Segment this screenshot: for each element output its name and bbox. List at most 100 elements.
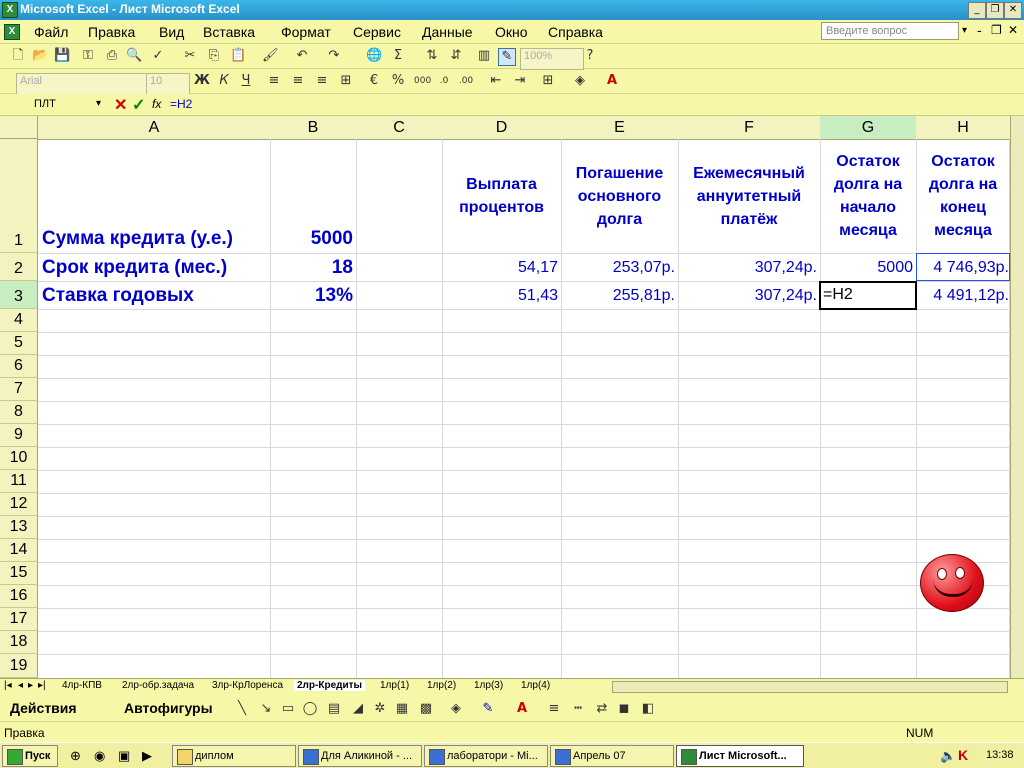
sheet-tab[interactable]: 4лр-КПВ bbox=[62, 680, 102, 691]
cell-e2[interactable]: 253,07р. bbox=[561, 259, 675, 277]
menu-file[interactable]: Файл bbox=[34, 24, 68, 40]
column-header-h[interactable]: H bbox=[916, 116, 1010, 140]
smiley-assistant-icon[interactable] bbox=[920, 554, 984, 612]
save-icon[interactable]: 💾 bbox=[54, 48, 70, 64]
cell-g1[interactable]: Остаток долга на начало месяца bbox=[820, 139, 916, 253]
cell-e1[interactable]: Погашение основного долга bbox=[561, 139, 678, 253]
cell-d2[interactable]: 54,17 bbox=[442, 259, 558, 277]
cell-b2[interactable]: 18 bbox=[270, 257, 353, 279]
task-item-active[interactable]: Лист Microsoft... bbox=[676, 745, 804, 767]
browser-icon[interactable]: ◉ bbox=[94, 748, 105, 764]
column-header-e[interactable]: E bbox=[561, 116, 679, 140]
row-header[interactable]: 11 bbox=[0, 470, 38, 493]
column-header-b[interactable]: B bbox=[270, 116, 357, 140]
format-painter-icon[interactable]: 🖌 bbox=[262, 48, 279, 64]
spelling-icon[interactable]: ✓ bbox=[150, 48, 166, 64]
cell-h3[interactable]: 4 491,12р. bbox=[916, 287, 1009, 305]
task-item[interactable]: лаборатори - Mi... bbox=[424, 745, 548, 767]
task-item[interactable]: Для Аликиной - ... bbox=[298, 745, 422, 767]
open-icon[interactable]: 📂 bbox=[32, 48, 48, 64]
underline-icon[interactable]: Ч bbox=[238, 73, 254, 89]
row-header[interactable]: 1 bbox=[0, 139, 38, 253]
column-header-f[interactable]: F bbox=[678, 116, 821, 140]
doc-minimize-button[interactable]: - bbox=[977, 22, 982, 38]
cell-f3[interactable]: 307,24р. bbox=[678, 287, 817, 305]
column-header-a[interactable]: A bbox=[38, 116, 271, 140]
align-center-icon[interactable]: ≡ bbox=[290, 73, 306, 89]
textbox-icon[interactable]: ▤ bbox=[326, 701, 342, 717]
cell-b3[interactable]: 13% bbox=[270, 285, 353, 307]
worksheet-grid[interactable]: A B C D E F G H 1 2 3 4 5 6 7 8 9 10 11 … bbox=[0, 116, 1010, 678]
clipart-icon[interactable]: ▦ bbox=[394, 701, 410, 717]
font-color-icon[interactable]: A bbox=[604, 73, 620, 89]
cell-b1[interactable]: 5000 bbox=[270, 228, 353, 250]
workbook-icon[interactable]: X bbox=[4, 24, 20, 40]
print-preview-icon[interactable]: 🔍 bbox=[126, 48, 142, 64]
tab-nav-last-icon[interactable]: ▸| bbox=[38, 680, 46, 691]
row-header[interactable]: 16 bbox=[0, 585, 38, 608]
column-header-g[interactable]: G bbox=[820, 116, 917, 140]
italic-icon[interactable]: К bbox=[216, 73, 232, 89]
rectangle-icon[interactable]: ▭ bbox=[280, 701, 296, 717]
cell-g3-editing[interactable]: =H2 bbox=[819, 281, 917, 310]
zoom-combo[interactable]: 100% bbox=[520, 48, 584, 70]
enter-icon[interactable]: ✓ bbox=[132, 95, 145, 115]
cancel-icon[interactable]: ✕ bbox=[114, 95, 127, 115]
cell-f1[interactable]: Ежемесячный аннуитетный платёж bbox=[678, 139, 820, 253]
doc-restore-button[interactable]: ❐ bbox=[991, 23, 1002, 37]
select-all-corner[interactable] bbox=[0, 116, 38, 139]
undo-icon[interactable]: ↶ bbox=[294, 48, 310, 64]
increase-decimal-icon[interactable]: .0 bbox=[436, 73, 452, 89]
sort-ascending-icon[interactable]: ⇅ bbox=[424, 48, 440, 64]
tab-nav-prev-icon[interactable]: ◂ bbox=[18, 680, 23, 691]
cell-f2[interactable]: 307,24р. bbox=[678, 259, 817, 277]
sheet-tab[interactable]: 1лр(4) bbox=[521, 680, 550, 691]
minimize-button[interactable]: _ bbox=[968, 2, 986, 19]
menu-data[interactable]: Данные bbox=[422, 24, 473, 40]
start-button[interactable]: Пуск bbox=[2, 745, 58, 767]
media-icon[interactable]: ▶ bbox=[142, 748, 152, 764]
copy-icon[interactable]: ⎘ bbox=[206, 48, 222, 64]
chart-wizard-icon[interactable]: ▥ bbox=[476, 48, 492, 64]
actions-menu[interactable]: Действия bbox=[10, 700, 77, 716]
picture-icon[interactable]: ▩ bbox=[418, 701, 434, 717]
sheet-tab[interactable]: 1лр(2) bbox=[427, 680, 456, 691]
line-style-icon[interactable]: ≡ bbox=[546, 701, 562, 717]
volume-icon[interactable]: 🔈 bbox=[940, 748, 956, 764]
print-icon[interactable]: ⎙ bbox=[104, 48, 120, 64]
sheet-tab[interactable]: 1лр(1) bbox=[380, 680, 409, 691]
task-item[interactable]: диплом bbox=[172, 745, 296, 767]
size-combo[interactable]: 10 bbox=[146, 73, 190, 95]
decrease-decimal-icon[interactable]: .00 bbox=[458, 73, 474, 89]
row-header[interactable]: 13 bbox=[0, 516, 38, 539]
ask-question-input[interactable]: Введите вопрос bbox=[821, 22, 959, 40]
permission-icon[interactable]: ⚿ bbox=[80, 48, 96, 64]
thousands-icon[interactable]: 000 bbox=[414, 73, 431, 89]
autosum-icon[interactable]: Σ bbox=[390, 48, 406, 64]
align-left-icon[interactable]: ≡ bbox=[266, 73, 282, 89]
row-header[interactable]: 12 bbox=[0, 493, 38, 516]
close-button[interactable]: ✕ bbox=[1004, 2, 1022, 19]
menu-edit[interactable]: Правка bbox=[88, 24, 135, 40]
shadow-icon[interactable]: ◼ bbox=[616, 701, 632, 717]
excel-icon[interactable]: X bbox=[2, 2, 18, 18]
row-header[interactable]: 8 bbox=[0, 401, 38, 424]
doc-close-button[interactable]: ✕ bbox=[1008, 23, 1018, 37]
font-color-draw-icon[interactable]: A bbox=[514, 701, 530, 717]
restore-button[interactable]: ❐ bbox=[986, 2, 1004, 19]
increase-indent-icon[interactable]: ⇥ bbox=[512, 73, 528, 89]
tab-nav-first-icon[interactable]: |◂ bbox=[4, 680, 12, 691]
sheet-tab[interactable]: 3лр-КрЛоренса bbox=[212, 680, 283, 691]
antivirus-icon[interactable]: K bbox=[958, 747, 968, 763]
sort-descending-icon[interactable]: ⇵ bbox=[448, 48, 464, 64]
sheet-tab[interactable]: 1лр(3) bbox=[474, 680, 503, 691]
row-header[interactable]: 9 bbox=[0, 424, 38, 447]
row-header[interactable]: 4 bbox=[0, 309, 38, 332]
font-combo[interactable]: Arial bbox=[16, 73, 150, 95]
name-box[interactable]: ПЛТ bbox=[4, 96, 108, 114]
percent-icon[interactable]: % bbox=[390, 73, 406, 89]
dash-style-icon[interactable]: ┅ bbox=[570, 701, 586, 717]
vertical-scrollbar[interactable] bbox=[1010, 116, 1024, 678]
menu-view[interactable]: Вид bbox=[159, 24, 184, 40]
cell-d3[interactable]: 51,43 bbox=[442, 287, 558, 305]
